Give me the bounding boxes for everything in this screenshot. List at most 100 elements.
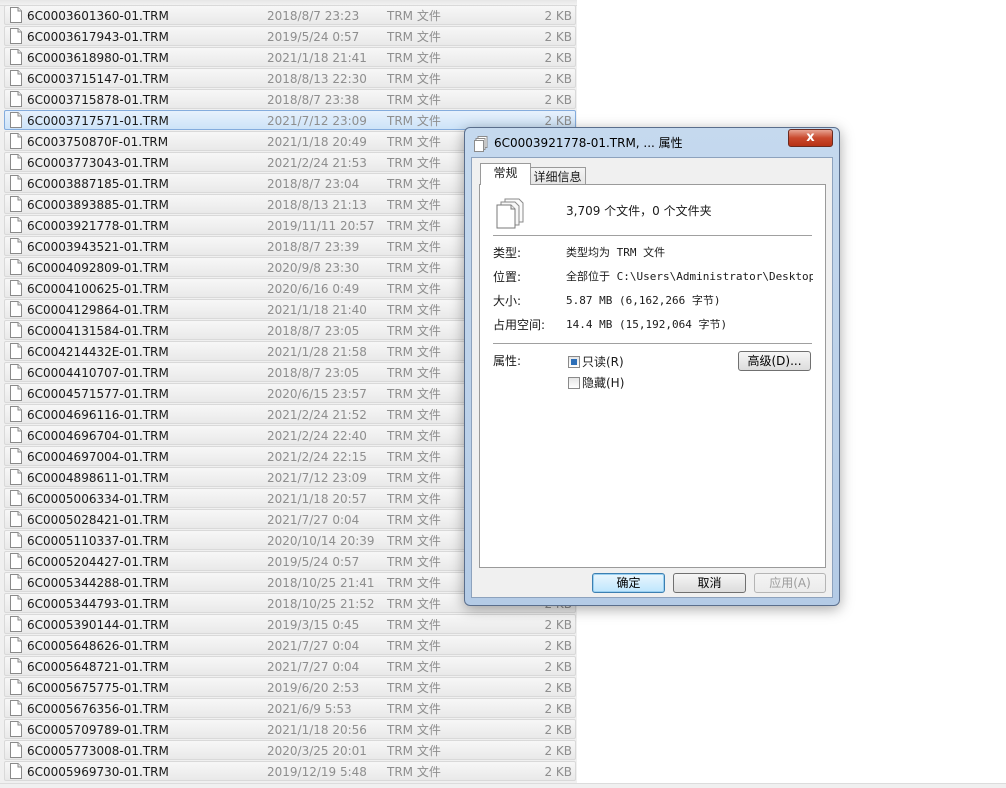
- file-row[interactable]: 6C0005390144-01.TRM 2019/3/15 0:45 TRM 文件 2…: [4, 614, 576, 634]
- file-name: 6C0005204427-01.TRM: [27, 555, 169, 569]
- list-bottom-edge: [0, 783, 1006, 788]
- file-type: TRM 文件: [387, 387, 441, 401]
- document-icon: [10, 511, 22, 527]
- file-name: 6C0004571577-01.TRM: [27, 387, 169, 401]
- readonly-checkbox[interactable]: [568, 356, 580, 368]
- file-name: 6C0005006334-01.TRM: [27, 492, 169, 506]
- file-type: TRM 文件: [387, 765, 441, 779]
- file-size: 2 KB: [544, 9, 572, 23]
- disk-size-value: 14.4 MB (15,192,064 字节): [566, 318, 728, 331]
- file-row[interactable]: 6C0003715147-01.TRM 2018/8/13 22:30 TRM 文件…: [4, 68, 576, 88]
- attributes-label: 属性:: [493, 354, 522, 368]
- file-modified: 2018/8/7 23:04: [267, 177, 360, 191]
- file-modified: 2019/6/20 2:53: [267, 681, 360, 695]
- file-type: TRM 文件: [387, 240, 441, 254]
- file-type: TRM 文件: [387, 303, 441, 317]
- advanced-button[interactable]: 高级(D)...: [738, 351, 811, 371]
- file-row[interactable]: 6C0005648626-01.TRM 2021/7/27 0:04 TRM 文件 2…: [4, 635, 576, 655]
- file-row[interactable]: 6C0003617943-01.TRM 2019/5/24 0:57 TRM 文件 2…: [4, 26, 576, 46]
- document-icon: [10, 217, 22, 233]
- document-icon: [10, 553, 22, 569]
- file-modified: 2021/2/24 21:53: [267, 156, 367, 170]
- file-row[interactable]: 6C0005773008-01.TRM 2020/3/25 20:01 TRM 文件…: [4, 740, 576, 760]
- file-modified: 2018/8/7 23:23: [267, 9, 360, 23]
- document-icon: [10, 490, 22, 506]
- general-tab-panel: 3,709 个文件，0 个文件夹 类型: 类型均为 TRM 文件 位置: 全部位…: [479, 184, 826, 568]
- file-modified: 2018/10/25 21:52: [267, 597, 375, 611]
- separator: [493, 235, 812, 237]
- file-name: 6C0003921778-01.TRM: [27, 219, 169, 233]
- document-icon: [10, 28, 22, 44]
- file-type: TRM 文件: [387, 177, 441, 191]
- file-name: 6C004214432E-01.TRM: [27, 345, 169, 359]
- file-type: TRM 文件: [387, 471, 441, 485]
- file-size: 2 KB: [544, 618, 572, 632]
- close-button[interactable]: x: [788, 129, 833, 147]
- document-icon: [10, 658, 22, 674]
- file-row[interactable]: 6C0005675775-01.TRM 2019/6/20 2:53 TRM 文件 2…: [4, 677, 576, 697]
- file-modified: 2019/5/24 0:57: [267, 555, 360, 569]
- file-modified: 2018/10/25 21:41: [267, 576, 375, 590]
- file-type: TRM 文件: [387, 534, 441, 548]
- file-row[interactable]: 6C0003618980-01.TRM 2021/1/18 21:41 TRM 文件…: [4, 47, 576, 67]
- tab-general[interactable]: 常规: [480, 163, 531, 185]
- file-type: TRM 文件: [387, 135, 441, 149]
- document-icon: [10, 721, 22, 737]
- file-modified: 2021/7/27 0:04: [267, 639, 360, 653]
- file-modified: 2021/1/18 21:41: [267, 51, 367, 65]
- document-icon: [10, 406, 22, 422]
- file-type: TRM 文件: [387, 219, 441, 233]
- file-name: 6C0003773043-01.TRM: [27, 156, 169, 170]
- document-icon: [10, 154, 22, 170]
- file-row[interactable]: 6C0005969730-01.TRM 2019/12/19 5:48 TRM 文件…: [4, 761, 576, 781]
- file-name: 6C0003617943-01.TRM: [27, 30, 169, 44]
- file-name: 6C0005110337-01.TRM: [27, 534, 169, 548]
- hidden-checkbox[interactable]: [568, 377, 580, 389]
- file-modified: 2019/5/24 0:57: [267, 30, 360, 44]
- file-name: 6C0003887185-01.TRM: [27, 177, 169, 191]
- file-modified: 2021/2/24 22:15: [267, 450, 367, 464]
- dialog-body: 常规 详细信息 3,709 个文件，0 个文件夹 类型: 类型均为 TRM 文件…: [471, 157, 833, 598]
- file-modified: 2021/6/9 5:53: [267, 702, 352, 716]
- file-type: TRM 文件: [387, 702, 441, 716]
- file-type: TRM 文件: [387, 639, 441, 653]
- file-row[interactable]: 6C0005648721-01.TRM 2021/7/27 0:04 TRM 文件 2…: [4, 656, 576, 676]
- file-name: 6C0004129864-01.TRM: [27, 303, 169, 317]
- file-name: 6C0005344288-01.TRM: [27, 576, 169, 590]
- file-type: TRM 文件: [387, 114, 441, 128]
- file-name: 6C0005675775-01.TRM: [27, 681, 169, 695]
- file-modified: 2021/7/12 23:09: [267, 471, 367, 485]
- file-row[interactable]: 6C0005676356-01.TRM 2021/6/9 5:53 TRM 文件 2 …: [4, 698, 576, 718]
- file-modified: 2020/6/16 0:49: [267, 282, 360, 296]
- file-row[interactable]: 6C0003601360-01.TRM 2018/8/7 23:23 TRM 文件 2…: [4, 5, 576, 25]
- file-name: 6C0003601360-01.TRM: [27, 9, 169, 23]
- file-modified: 2021/1/18 21:40: [267, 303, 367, 317]
- cancel-button[interactable]: 取消: [673, 573, 746, 593]
- file-row[interactable]: 6C0003715878-01.TRM 2018/8/7 23:38 TRM 文件 2…: [4, 89, 576, 109]
- file-type: TRM 文件: [387, 282, 441, 296]
- document-icon: [10, 574, 22, 590]
- file-name: 6C0005676356-01.TRM: [27, 702, 169, 716]
- file-name: 6C0005390144-01.TRM: [27, 618, 169, 632]
- file-name: 6C0005028421-01.TRM: [27, 513, 169, 527]
- file-type: TRM 文件: [387, 429, 441, 443]
- document-icon: [10, 301, 22, 317]
- multiple-files-icon: [496, 198, 524, 229]
- file-type: TRM 文件: [387, 513, 441, 527]
- ok-button[interactable]: 确定: [592, 573, 665, 593]
- file-row[interactable]: 6C0005709789-01.TRM 2021/1/18 20:56 TRM 文件…: [4, 719, 576, 739]
- file-name: 6C0005344793-01.TRM: [27, 597, 169, 611]
- file-type: TRM 文件: [387, 450, 441, 464]
- file-type: TRM 文件: [387, 744, 441, 758]
- file-size: 2 KB: [544, 639, 572, 653]
- file-modified: 2018/8/7 23:39: [267, 240, 360, 254]
- hidden-label[interactable]: 隐藏(H): [582, 375, 624, 391]
- document-icon: [10, 763, 22, 779]
- readonly-label[interactable]: 只读(R): [582, 354, 624, 370]
- file-size: 2 KB: [544, 72, 572, 86]
- document-icon: [10, 469, 22, 485]
- file-type: TRM 文件: [387, 660, 441, 674]
- document-icon: [10, 175, 22, 191]
- file-modified: 2021/7/12 23:09: [267, 114, 367, 128]
- file-type: TRM 文件: [387, 51, 441, 65]
